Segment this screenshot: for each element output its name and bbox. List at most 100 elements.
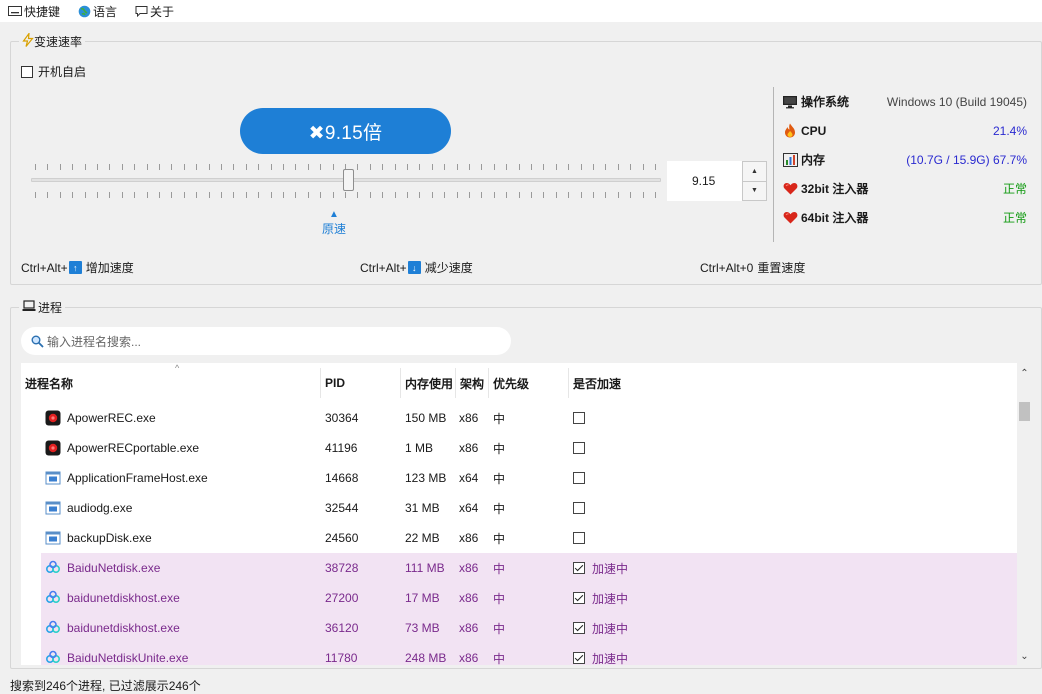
scroll-down-button[interactable]: ⌄	[1016, 648, 1033, 665]
slider-tick	[47, 164, 49, 170]
hotkey-reset-label: 重置速度	[757, 261, 806, 275]
table-row[interactable]: backupDisk.exe 24560 22 MB x86 中	[41, 523, 1017, 553]
heart-icon	[782, 210, 798, 226]
spin-up-button[interactable]: ▲	[742, 161, 767, 182]
slider-tick	[121, 192, 123, 198]
slider-tick	[183, 192, 185, 198]
baidu-netdisk-icon	[45, 620, 61, 636]
slider-tick	[456, 164, 458, 170]
slider-tick	[134, 192, 136, 198]
accelerate-checkbox[interactable]	[573, 412, 585, 424]
column-header-accelerate[interactable]: 是否加速	[569, 368, 1017, 398]
slider-tick	[407, 164, 408, 170]
column-header-name[interactable]: 进程名称	[21, 368, 321, 398]
sysinfo-mem-row: 内存 (10.7G / 15.9G) 67.7%	[782, 145, 1027, 174]
accelerate-checkbox[interactable]	[573, 622, 585, 634]
slider-tick	[258, 164, 260, 170]
table-body: ApowerREC.exe 30364 150 MB x86 中 ApowerRECpor…	[41, 403, 1017, 665]
sysinfo-mem-label: 内存	[801, 153, 826, 167]
process-priority: 中	[493, 411, 506, 426]
table-row[interactable]: baidunetdiskhost.exe 27200 17 MB x86 中 加速中	[41, 583, 1017, 613]
menu-about-label: 关于	[150, 4, 175, 19]
baidu-netdisk-icon	[45, 560, 61, 576]
process-accelerate-cell: 加速中	[569, 643, 1017, 665]
slider-tick	[506, 192, 508, 198]
slider-tick	[357, 164, 359, 170]
hotkey-increase-label: 增加速度	[85, 261, 134, 275]
arrow-down-key-icon: ↓	[407, 261, 421, 274]
accelerate-checkbox[interactable]	[573, 562, 585, 574]
slider-tick	[159, 164, 160, 170]
baidu-netdisk-icon	[45, 590, 61, 606]
column-header-pid[interactable]: PID	[321, 368, 401, 398]
process-name: BaiduNetdisk.exe	[67, 561, 161, 575]
process-priority: 中	[493, 441, 506, 456]
slider-tick	[593, 164, 594, 170]
slider-tick	[382, 192, 384, 198]
up-triangle-icon: ▲	[329, 209, 339, 220]
table-row[interactable]: baidunetdiskhost.exe 36120 73 MB x86 中 加速中	[41, 613, 1017, 643]
process-name: BaiduNetdiskUnite.exe	[67, 651, 189, 665]
process-arch: x64	[459, 501, 479, 515]
menu-about[interactable]: 关于	[135, 3, 174, 20]
hotkey-increase-prefix: Ctrl+Alt+	[21, 260, 68, 275]
slider-thumb[interactable]	[343, 169, 354, 191]
speed-slider[interactable]	[31, 160, 661, 200]
spin-down-button[interactable]: ▼	[742, 181, 767, 201]
slider-ticks-bottom	[31, 192, 661, 198]
process-name: ApowerREC.exe	[67, 411, 156, 425]
table-row[interactable]: audiodg.exe 32544 31 MB x64 中	[41, 493, 1017, 523]
slider-tick	[543, 192, 545, 198]
accelerate-checkbox[interactable]	[573, 502, 585, 514]
slider-tick	[543, 164, 545, 170]
accelerate-checkbox[interactable]	[573, 532, 585, 544]
sysinfo-os-value: Windows 10 (Build 19045)	[886, 94, 1027, 109]
process-name-cell: ApowerREC.exe	[41, 403, 321, 433]
hotkey-increase: Ctrl+Alt+ ↑ 增加速度	[21, 259, 134, 276]
slider-tick	[431, 192, 433, 198]
process-arch: x86	[459, 651, 479, 665]
autostart-checkbox[interactable]: 开机自启	[21, 63, 86, 80]
monitor-icon	[782, 94, 798, 110]
process-priority: 中	[493, 621, 506, 636]
table-row[interactable]: BaiduNetdisk.exe 38728 111 MB x86 中 加速中	[41, 553, 1017, 583]
column-header-memory[interactable]: 内存使用	[401, 368, 456, 398]
column-header-priority[interactable]: 优先级	[489, 368, 569, 398]
process-accelerate-cell: 加速中	[569, 553, 1017, 583]
table-row[interactable]: ApowerREC.exe 30364 150 MB x86 中	[41, 403, 1017, 433]
speed-spin-input[interactable]: 9.15	[667, 161, 742, 201]
menu-language[interactable]: 语言	[78, 3, 117, 20]
slider-tick	[134, 164, 136, 170]
accelerate-checkbox[interactable]	[573, 652, 585, 664]
process-arch: x86	[459, 561, 479, 575]
slider-tick	[320, 164, 322, 170]
slider-tick	[59, 192, 61, 198]
speed-display-button[interactable]: ✖9.15倍	[240, 108, 451, 154]
keyboard-icon	[8, 6, 22, 16]
process-search-input[interactable]: 输入进程名搜索...	[21, 327, 511, 355]
process-name: ApplicationFrameHost.exe	[67, 471, 208, 485]
slider-tick	[444, 192, 446, 198]
table-row[interactable]: BaiduNetdiskUnite.exe 11780 248 MB x86 中 加速中	[41, 643, 1017, 665]
process-arch: x64	[459, 471, 479, 485]
speed-spinbox[interactable]: 9.15 ▲ ▼	[667, 161, 767, 201]
accelerate-checkbox[interactable]	[573, 442, 585, 454]
table-row[interactable]: ApplicationFrameHost.exe 14668 123 MB x64 中	[41, 463, 1017, 493]
table-row[interactable]: ApowerRECportable.exe 41196 1 MB x86 中	[41, 433, 1017, 463]
scrollbar-thumb[interactable]	[1019, 402, 1030, 421]
accelerate-checkbox[interactable]	[573, 472, 585, 484]
scroll-up-button[interactable]: ⌃	[1016, 365, 1033, 382]
process-arch: x86	[459, 621, 479, 635]
vertical-scrollbar[interactable]: ⌃ ⌄	[1016, 363, 1033, 665]
slider-tick	[382, 164, 384, 170]
slider-tick	[493, 192, 495, 198]
origin-speed-marker: ▲ 原速	[314, 209, 354, 237]
autostart-check-box[interactable]	[21, 65, 33, 78]
accelerate-checkbox[interactable]	[573, 592, 585, 604]
process-name: backupDisk.exe	[67, 531, 152, 545]
process-pid: 14668	[325, 471, 359, 485]
baidu-netdisk-icon	[45, 650, 61, 665]
slider-tick	[97, 192, 98, 198]
menu-hotkeys[interactable]: 快捷键	[8, 3, 60, 20]
column-header-arch[interactable]: 架构	[456, 368, 489, 398]
